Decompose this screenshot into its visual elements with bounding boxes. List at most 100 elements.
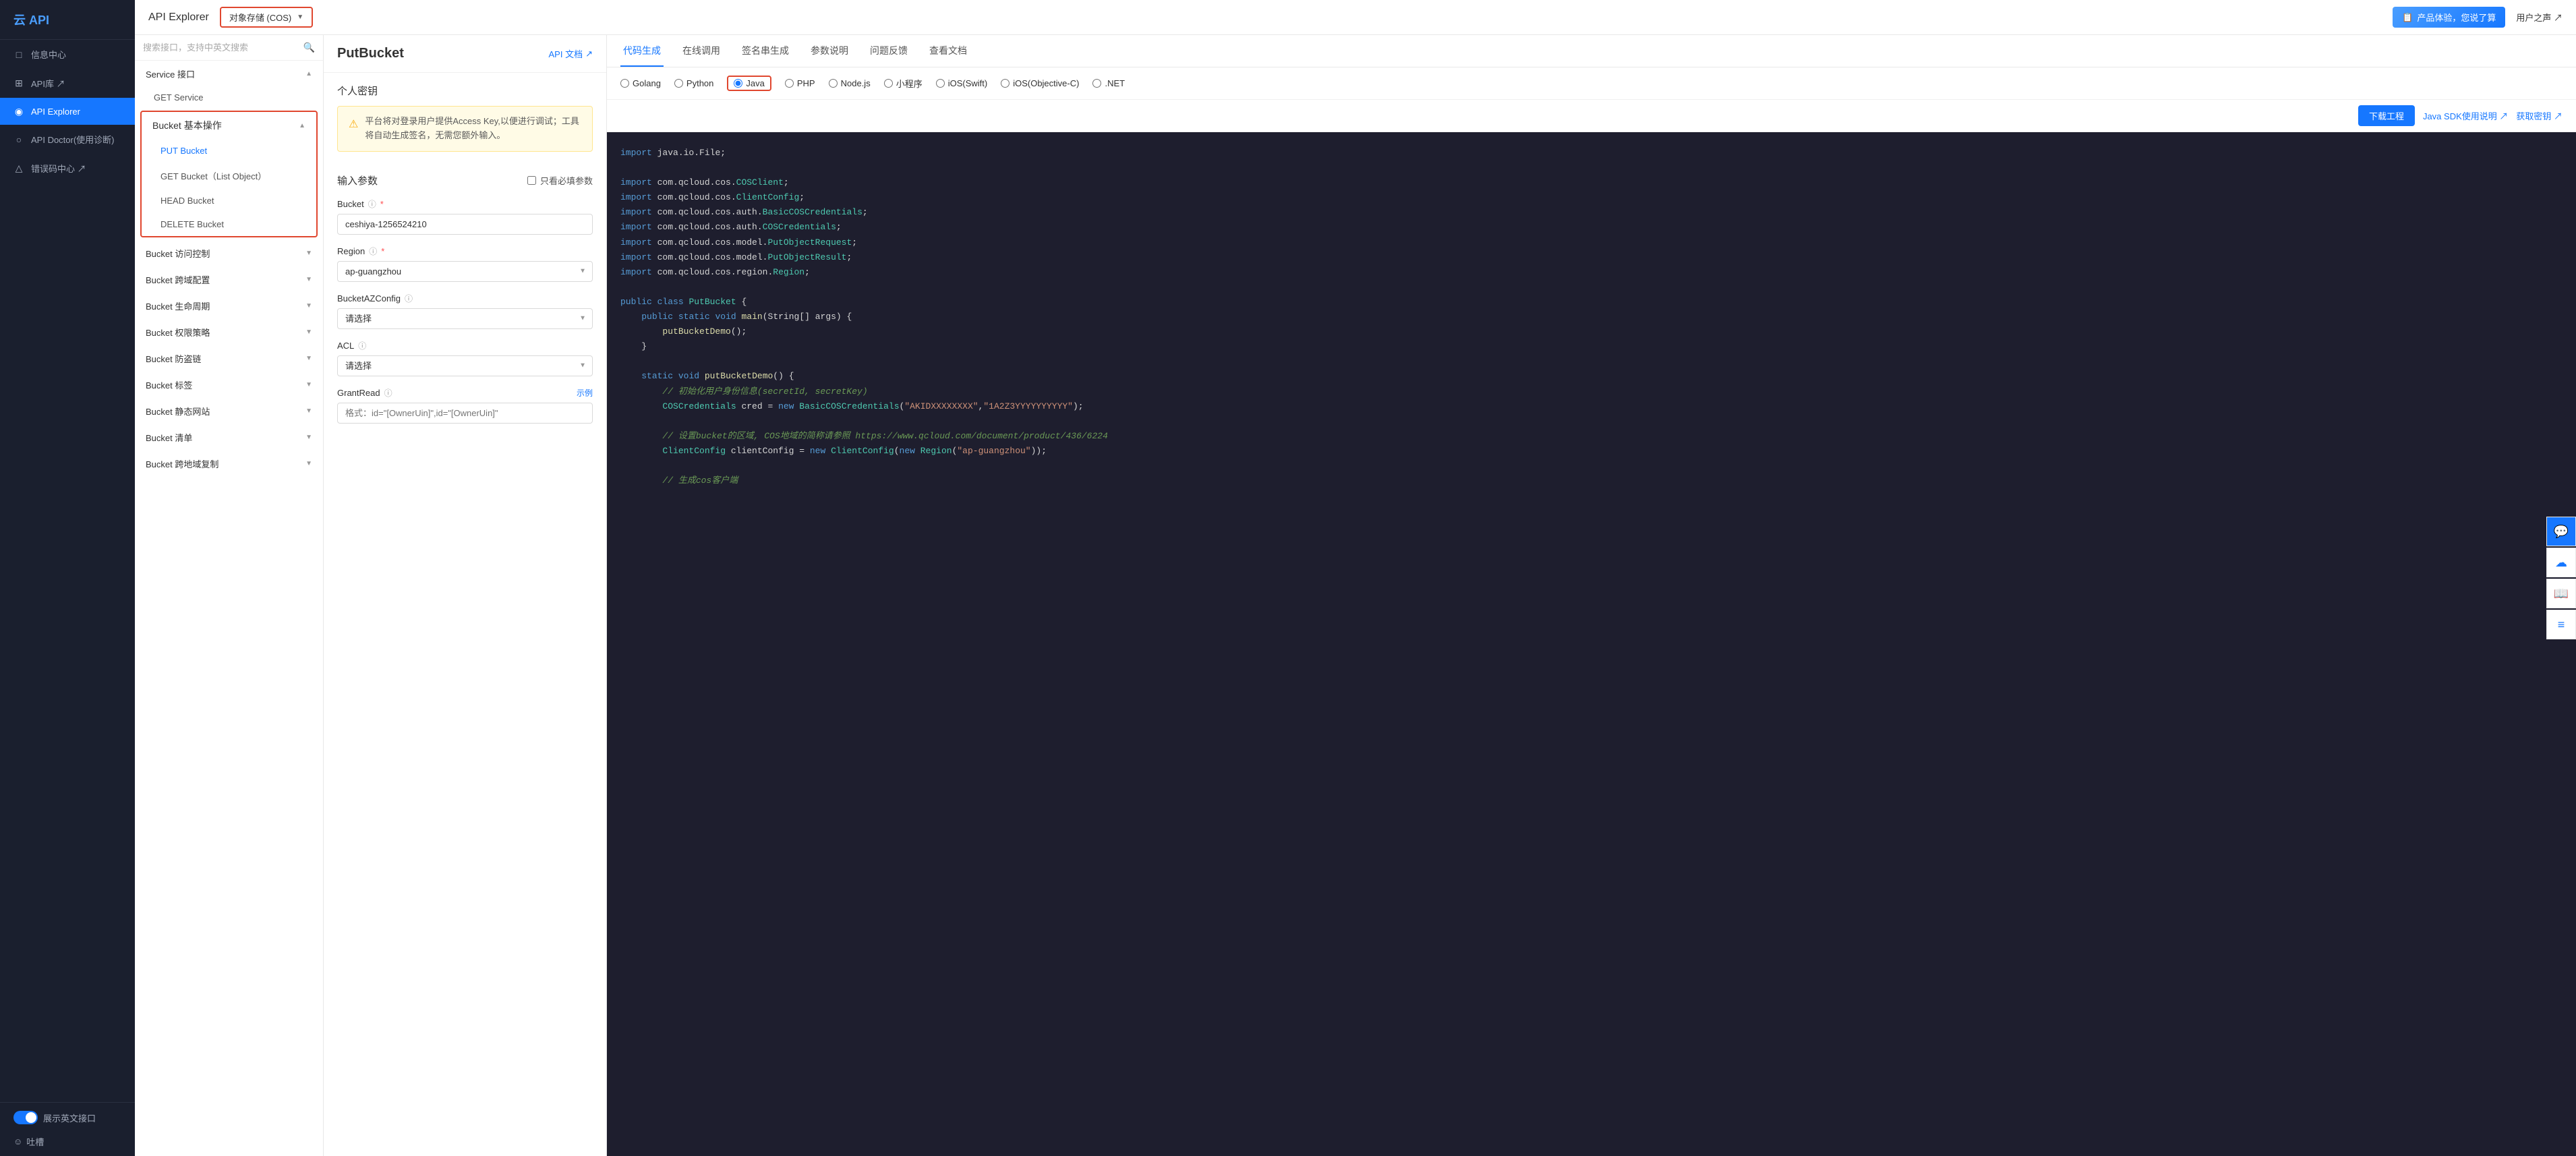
chevron-up-icon: ▲ — [305, 70, 312, 78]
info-icon[interactable]: ⓘ — [384, 387, 392, 399]
param-region-label: Region ⓘ * — [337, 245, 593, 257]
lang-golang[interactable]: Golang — [620, 78, 661, 88]
service-dropdown[interactable]: 对象存储 (COS) ▼ — [220, 7, 313, 28]
acl-select[interactable]: 请选择 private public-read public-read-writ… — [337, 355, 593, 376]
api-doc-link[interactable]: API 文档 ↗ — [549, 47, 593, 60]
sidebar-item-info-center[interactable]: □ 信息中心 — [0, 40, 135, 69]
bucket-input[interactable] — [337, 214, 593, 235]
info-icon[interactable]: ⓘ — [369, 245, 377, 257]
lang-miniapp[interactable]: 小程序 — [884, 77, 923, 90]
float-cloud-button[interactable]: ☁ — [2546, 548, 2576, 577]
float-menu-button[interactable]: ≡ — [2546, 610, 2576, 639]
code-line — [620, 354, 2563, 369]
info-center-icon: □ — [13, 49, 24, 60]
bucket-website-header[interactable]: Bucket 静态网站 ▼ — [135, 398, 323, 424]
user-voice-link[interactable]: 用户之声 ↗ — [2516, 11, 2563, 24]
php-radio[interactable] — [785, 79, 794, 88]
toggle-switch-control[interactable] — [13, 1111, 38, 1124]
bucket-tagging: Bucket 标签 ▼ — [135, 372, 323, 398]
category-label: Bucket 访问控制 — [146, 247, 210, 260]
required-only-checkbox[interactable] — [527, 176, 536, 185]
experience-button[interactable]: 📋 产品体验，您说了算 — [2393, 7, 2505, 28]
warning-text: 平台将对登录用户提供Access Key,以便进行调试；工具将自动生成签名，无需… — [365, 115, 581, 143]
code-line — [620, 459, 2563, 473]
ios-objc-radio[interactable] — [1001, 79, 1009, 88]
bucket-lifecycle-header[interactable]: Bucket 生命周期 ▼ — [135, 293, 323, 319]
lang-ios-objc[interactable]: iOS(Objective-C) — [1001, 78, 1079, 88]
float-book-button[interactable]: 📖 — [2546, 579, 2576, 608]
bucket-inventory: Bucket 清单 ▼ — [135, 424, 323, 451]
float-chat-button[interactable]: 💬 — [2546, 517, 2576, 546]
toggle-english-interface[interactable]: 展示英文接口 — [13, 1111, 96, 1124]
region-select-wrapper: ap-guangzhou ap-beijing ap-shanghai ▼ — [337, 261, 593, 282]
lang-php[interactable]: PHP — [785, 78, 815, 88]
download-button[interactable]: 下载工程 — [2358, 105, 2415, 126]
sidebar-item-api-explorer[interactable]: ◉ API Explorer — [0, 98, 135, 125]
bucket-tagging-header[interactable]: Bucket 标签 ▼ — [135, 372, 323, 398]
bucket-item-put-bucket[interactable]: PUT Bucket — [142, 139, 316, 163]
info-icon[interactable]: ⓘ — [368, 198, 376, 210]
lang-dotnet[interactable]: .NET — [1092, 78, 1125, 88]
dotnet-radio[interactable] — [1092, 79, 1101, 88]
bucket-access-control-header[interactable]: Bucket 访问控制 ▼ — [135, 240, 323, 266]
info-icon[interactable]: ⓘ — [405, 293, 413, 304]
header-title: API Explorer — [148, 11, 209, 24]
params-header: 输入参数 只看必填参数 — [337, 173, 593, 187]
api-title: PutBucket — [337, 46, 404, 61]
tab-view-doc[interactable]: 查看文档 — [927, 35, 970, 67]
chevron-down-icon: ▼ — [297, 13, 303, 21]
tab-feedback[interactable]: 问题反馈 — [867, 35, 910, 67]
bucketazconfig-select[interactable]: 请选择 MAZ — [337, 308, 593, 329]
tab-online-debug[interactable]: 在线调用 — [680, 35, 723, 67]
service-category-header[interactable]: Service 接口 ▲ — [135, 61, 323, 87]
bucket-item-delete-bucket[interactable]: DELETE Bucket — [142, 212, 316, 236]
code-area: import java.io.File; import com.qcloud.c… — [607, 132, 2576, 1156]
bucket-policy: Bucket 权限策略 ▼ — [135, 319, 323, 345]
lang-ios-swift[interactable]: iOS(Swift) — [936, 78, 988, 88]
search-input[interactable] — [143, 42, 299, 53]
bucket-item-get-bucket[interactable]: GET Bucket（List Object） — [142, 163, 316, 189]
required-only-filter[interactable]: 只看必填参数 — [527, 174, 593, 187]
ios-swift-radio[interactable] — [936, 79, 945, 88]
search-icon[interactable]: 🔍 — [303, 42, 315, 53]
sidebar-item-api-library[interactable]: ⊞ API库 ↗ — [0, 69, 135, 98]
region-select[interactable]: ap-guangzhou ap-beijing ap-shanghai — [337, 261, 593, 282]
logo: 云 API — [0, 0, 135, 40]
sidebar-item-api-doctor[interactable]: ○ API Doctor(使用诊断) — [0, 125, 135, 154]
grantread-input[interactable] — [337, 403, 593, 424]
bucket-cors-header[interactable]: Bucket 跨域配置 ▼ — [135, 266, 323, 293]
tab-sign-concat[interactable]: 签名串生成 — [739, 35, 792, 67]
bucket-policy-header[interactable]: Bucket 权限策略 ▼ — [135, 319, 323, 345]
feedback-button[interactable]: ☺ 吐槽 — [13, 1135, 44, 1148]
example-link[interactable]: 示例 — [577, 387, 593, 399]
bucket-group-label: Bucket 基本操作 — [152, 119, 222, 132]
bucket-item-head-bucket[interactable]: HEAD Bucket — [142, 189, 316, 212]
warning-box: ⚠ 平台将对登录用户提供Access Key,以便进行调试；工具将自动生成签名，… — [337, 106, 593, 152]
miniapp-radio[interactable] — [884, 79, 893, 88]
bucket-inventory-header[interactable]: Bucket 清单 ▼ — [135, 424, 323, 451]
bucket-referer-header[interactable]: Bucket 防盗链 ▼ — [135, 345, 323, 372]
lang-label: Node.js — [841, 78, 871, 88]
experience-icon: 📋 — [2402, 12, 2413, 23]
tab-param-desc[interactable]: 参数说明 — [808, 35, 851, 67]
sdk-doc-link[interactable]: Java SDK使用说明 ↗ — [2423, 109, 2508, 122]
required-marker: * — [380, 199, 384, 209]
sidebar-item-error-center[interactable]: △ 错误码中心 ↗ — [0, 154, 135, 183]
bucket-replication-header[interactable]: Bucket 跨地域复制 ▼ — [135, 451, 323, 477]
acl-select-wrapper: 请选择 private public-read public-read-writ… — [337, 355, 593, 376]
golang-radio[interactable] — [620, 79, 629, 88]
python-radio[interactable] — [674, 79, 683, 88]
bucket-item-label: PUT Bucket — [160, 146, 207, 156]
tab-code-gen[interactable]: 代码生成 — [620, 35, 664, 67]
get-secret-link[interactable]: 获取密钥 ↗ — [2516, 109, 2563, 122]
lang-nodejs[interactable]: Node.js — [829, 78, 871, 88]
bucket-group-header[interactable]: Bucket 基本操作 ▲ — [142, 112, 316, 139]
sidebar-item-label: 错误码中心 ↗ — [31, 162, 86, 175]
info-icon[interactable]: ⓘ — [358, 340, 366, 351]
param-acl-label: ACL ⓘ — [337, 340, 593, 351]
lang-python[interactable]: Python — [674, 78, 713, 88]
lang-java[interactable]: Java — [727, 76, 771, 91]
nodejs-radio[interactable] — [829, 79, 838, 88]
java-radio[interactable] — [734, 79, 742, 88]
api-item-get-service[interactable]: GET Service — [135, 87, 323, 108]
